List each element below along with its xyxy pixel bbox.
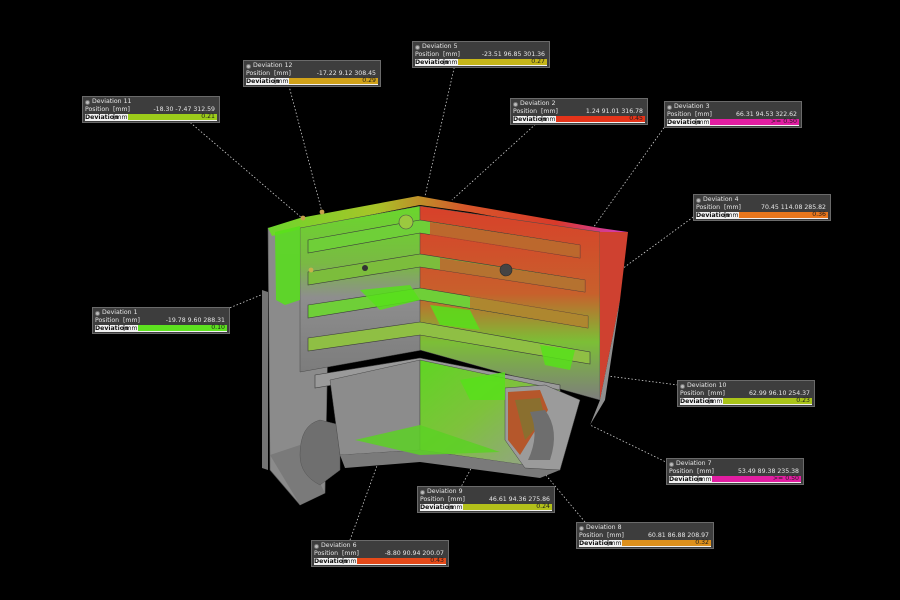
pin-icon: [579, 525, 584, 531]
deviation-value: 0.24: [463, 504, 552, 511]
position-value: 62.99 96.10 254.37: [748, 390, 810, 398]
deviation-value: >= 0.50: [710, 119, 799, 126]
deviation-value: >= 0.50: [712, 476, 801, 483]
deviation-callout-5[interactable]: Deviation 5 Position [mm] -23.51 96.85 301…: [412, 41, 550, 68]
deviation-callout-12[interactable]: Deviation 12 Position [mm] -17.22 9.12 308…: [243, 60, 381, 87]
pin-icon: [314, 543, 319, 549]
deviation-value: 0.10: [138, 325, 227, 332]
pin-icon: [246, 63, 251, 69]
position-value: 70.45 114.08 285.82: [761, 204, 826, 212]
callout-title: Deviation 3: [674, 103, 710, 111]
position-value: 60.81 86.88 208.97: [647, 532, 709, 540]
deviation-callout-9[interactable]: Deviation 9 Position [mm] 46.61 94.36 275.…: [417, 486, 555, 513]
callout-title: Deviation 1: [102, 309, 138, 317]
deviation-callout-8[interactable]: Deviation 8 Position [mm] 60.81 86.88 208.…: [576, 522, 714, 549]
deviation-value: 0.36: [739, 212, 828, 219]
deviation-value: 0.21: [128, 114, 217, 121]
callout-title: Deviation 11: [92, 98, 132, 106]
position-value: -17.22 9.12 308.45: [316, 70, 376, 78]
deviation-callout-3[interactable]: Deviation 3 Position [mm] 66.31 94.53 322.…: [664, 101, 802, 128]
pin-icon: [667, 104, 672, 110]
deviation-value: 0.45: [556, 116, 645, 123]
pin-icon: [95, 310, 100, 316]
3d-viewport[interactable]: Deviation 1 Position [mm] -19.78 9.60 288.…: [0, 0, 900, 600]
position-value: -8.80 90.94 200.07: [384, 550, 444, 558]
position-value: 46.61 94.36 275.86: [488, 496, 550, 504]
callout-title: Deviation 6: [321, 542, 357, 550]
deviation-callout-7[interactable]: Deviation 7 Position [mm] 53.49 89.38 235.…: [666, 458, 804, 485]
callout-title: Deviation 2: [520, 100, 556, 108]
deviation-callout-4[interactable]: Deviation 4 Position [mm] 70.45 114.08 285…: [693, 194, 831, 221]
deviation-value: 0.27: [458, 59, 547, 66]
deviation-value: 0.43: [357, 558, 446, 565]
pin-icon: [420, 489, 425, 495]
deviation-value: 0.29: [289, 78, 378, 85]
pin-icon: [513, 101, 518, 107]
pin-icon: [415, 44, 420, 50]
position-value: -19.78 9.60 288.31: [165, 317, 225, 325]
callout-title: Deviation 10: [687, 382, 727, 390]
callout-title: Deviation 8: [586, 524, 622, 532]
position-value: -18.30 -7.47 312.59: [153, 106, 215, 114]
position-value: 66.31 94.53 322.62: [735, 111, 797, 119]
deviation-value: 0.32: [622, 540, 711, 547]
deviation-callout-1[interactable]: Deviation 1 Position [mm] -19.78 9.60 288.…: [92, 307, 230, 334]
callout-title: Deviation 7: [676, 460, 712, 468]
deviation-callout-10[interactable]: Deviation 10 Position [mm] 62.99 96.10 254…: [677, 380, 815, 407]
position-value: 1.24 91.01 316.78: [585, 108, 643, 116]
callout-title: Deviation 4: [703, 196, 739, 204]
deviation-callout-6[interactable]: Deviation 6 Position [mm] -8.80 90.94 200.…: [311, 540, 449, 567]
pin-icon: [680, 383, 685, 389]
pin-icon: [669, 461, 674, 467]
callout-title: Deviation 12: [253, 62, 293, 70]
deviation-callout-2[interactable]: Deviation 2 Position [mm] 1.24 91.01 316.7…: [510, 98, 648, 125]
callout-title: Deviation 9: [427, 488, 463, 496]
pin-icon: [85, 99, 90, 105]
callout-title: Deviation 5: [422, 43, 458, 51]
position-value: -23.51 96.85 301.36: [481, 51, 545, 59]
deviation-callout-11[interactable]: Deviation 11 Position [mm] -18.30 -7.47 31…: [82, 96, 220, 123]
pin-icon: [696, 197, 701, 203]
position-value: 53.49 89.38 235.38: [737, 468, 799, 476]
deviation-value: 0.23: [723, 398, 812, 405]
